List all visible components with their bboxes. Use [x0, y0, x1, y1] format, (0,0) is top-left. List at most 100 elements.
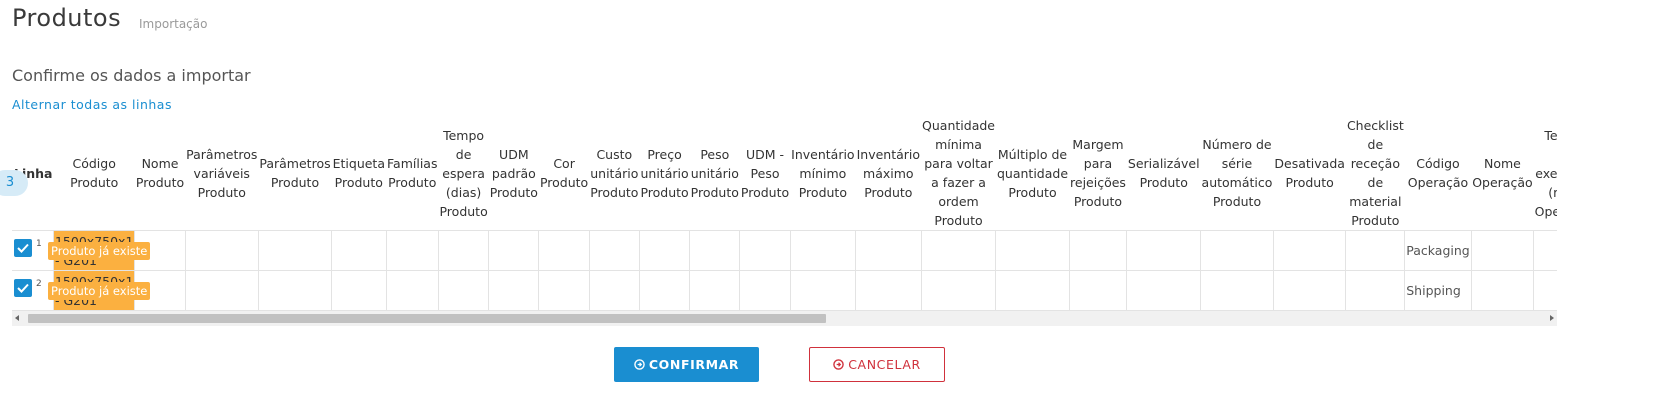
column-header: Serializável Produto	[1126, 116, 1201, 231]
table-cell	[331, 230, 387, 271]
row-number: 2	[36, 279, 42, 289]
table-cell	[588, 270, 640, 311]
cancel-button-label: CANCELAR	[848, 357, 921, 372]
column-header: Tempo de espera (dias) Produto	[438, 116, 489, 231]
table-cell	[1533, 230, 1557, 271]
page-subtitle: Importação	[139, 17, 208, 31]
table-cell	[488, 270, 540, 311]
table-cell	[1345, 270, 1406, 311]
row-number: 1	[36, 239, 42, 249]
table-cell	[995, 230, 1070, 271]
column-header: Tempo de execução (min) Operação	[1533, 116, 1557, 231]
operation-code-cell: Shipping	[1404, 270, 1472, 311]
column-header: Cor Produto	[538, 116, 590, 231]
column-header: Inventário mínimo Produto	[790, 116, 856, 231]
table-cell	[257, 230, 333, 271]
table-cell	[1126, 270, 1202, 311]
column-header: Custo unitário Produto	[589, 116, 640, 231]
table-cell	[488, 230, 540, 271]
selection-count-badge: 3	[0, 170, 28, 196]
table-cell	[638, 230, 691, 271]
operation-code-cell: Packaging	[1404, 230, 1472, 271]
row-select-cell: 2 Produto já existe	[12, 270, 151, 311]
table-cell	[184, 270, 259, 311]
column-header: UDM padrão Produto	[488, 116, 539, 231]
section-heading: Confirme os dados a importar	[12, 66, 251, 85]
column-header: Famílias Produto	[386, 116, 439, 231]
table-cell	[331, 270, 387, 311]
table-cell	[1200, 230, 1274, 271]
table-cell	[739, 230, 791, 271]
column-header: Peso unitário Produto	[689, 116, 740, 231]
horizontal-scrollbar[interactable]	[12, 311, 1557, 326]
column-header: Parâmetros Produto	[258, 116, 332, 231]
table-cell	[689, 270, 741, 311]
table-cell	[855, 230, 922, 271]
table-row: 2 Produto já existe 1500x750x1 - G201 Sh…	[12, 270, 1557, 311]
table-cell	[588, 230, 640, 271]
check-icon	[17, 283, 29, 293]
table-cell	[739, 270, 791, 311]
column-header: Margem para rejeições Produto	[1069, 116, 1127, 231]
scroll-right-icon[interactable]	[1550, 315, 1554, 321]
table-cell	[385, 230, 439, 271]
table-cell	[538, 230, 590, 271]
confirm-button-label: CONFIRMAR	[648, 357, 740, 372]
confirm-button[interactable]: CONFIRMAR	[614, 347, 759, 382]
table-cell	[184, 230, 259, 271]
column-header: Preço unitário Produto	[639, 116, 690, 231]
scroll-left-icon[interactable]	[15, 315, 19, 321]
column-header: Etiqueta Produto	[331, 116, 386, 231]
import-grid: Linha Código Produto Nome Produto Parâme…	[12, 116, 1557, 311]
table-cell	[1345, 230, 1406, 271]
import-table: Linha Código Produto Nome Produto Parâme…	[12, 116, 1557, 311]
cancel-button[interactable]: CANCELAR	[809, 347, 945, 382]
row-checkbox[interactable]	[14, 239, 32, 257]
table-row: 1 Produto já existe 1500x750x1 - G201 Pa…	[12, 230, 1557, 271]
row-checkbox[interactable]	[14, 279, 32, 297]
status-badge: Produto já existe	[48, 282, 151, 300]
column-header: Número de série automático Produto	[1200, 116, 1274, 231]
table-cell	[437, 230, 490, 271]
table-cell	[257, 270, 333, 311]
column-header: Parâmetros variáveis Produto	[185, 116, 259, 231]
table-cell	[638, 270, 691, 311]
table-cell	[1470, 270, 1535, 311]
column-header: Código Operação	[1404, 116, 1472, 231]
table-cell	[1068, 230, 1128, 271]
table-cell	[1470, 230, 1535, 271]
table-cell	[1200, 270, 1274, 311]
scrollbar-thumb[interactable]	[28, 314, 826, 323]
column-header: Checklist de receção de material Produto	[1345, 116, 1405, 231]
row-select-cell: 1 Produto já existe	[12, 230, 151, 271]
column-header: Código Produto	[53, 116, 135, 231]
header-row: Linha Código Produto Nome Produto Parâme…	[12, 116, 1557, 231]
page-title: Produtos	[12, 4, 122, 32]
column-header: Nome Produto	[134, 116, 186, 231]
column-header: Desativada Produto	[1273, 116, 1346, 231]
column-header: Múltiplo de quantidade Produto	[995, 116, 1070, 231]
column-header: UDM - Peso Produto	[739, 116, 791, 231]
table-cell	[1272, 270, 1347, 311]
table-cell	[689, 230, 741, 271]
table-cell	[789, 230, 857, 271]
table-cell	[920, 230, 997, 271]
table-cell	[1126, 230, 1202, 271]
column-header: Quantidade mínima para voltar a fazer a …	[921, 116, 996, 231]
status-badge: Produto já existe	[48, 242, 151, 260]
column-header: Nome Operação	[1471, 116, 1534, 231]
toggle-all-rows-link[interactable]: Alternar todas as linhas	[12, 97, 172, 112]
check-icon	[17, 243, 29, 253]
table-cell	[920, 270, 997, 311]
table-cell	[385, 270, 439, 311]
table-cell	[1068, 270, 1128, 311]
circle-arrow-icon	[833, 359, 844, 370]
circle-arrow-icon	[634, 359, 645, 370]
table-cell	[995, 270, 1070, 311]
table-cell	[1533, 270, 1557, 311]
table-cell	[789, 270, 857, 311]
table-cell	[1272, 230, 1347, 271]
table-cell	[855, 270, 922, 311]
table-cell	[538, 270, 590, 311]
column-header: Inventário máximo Produto	[855, 116, 922, 231]
